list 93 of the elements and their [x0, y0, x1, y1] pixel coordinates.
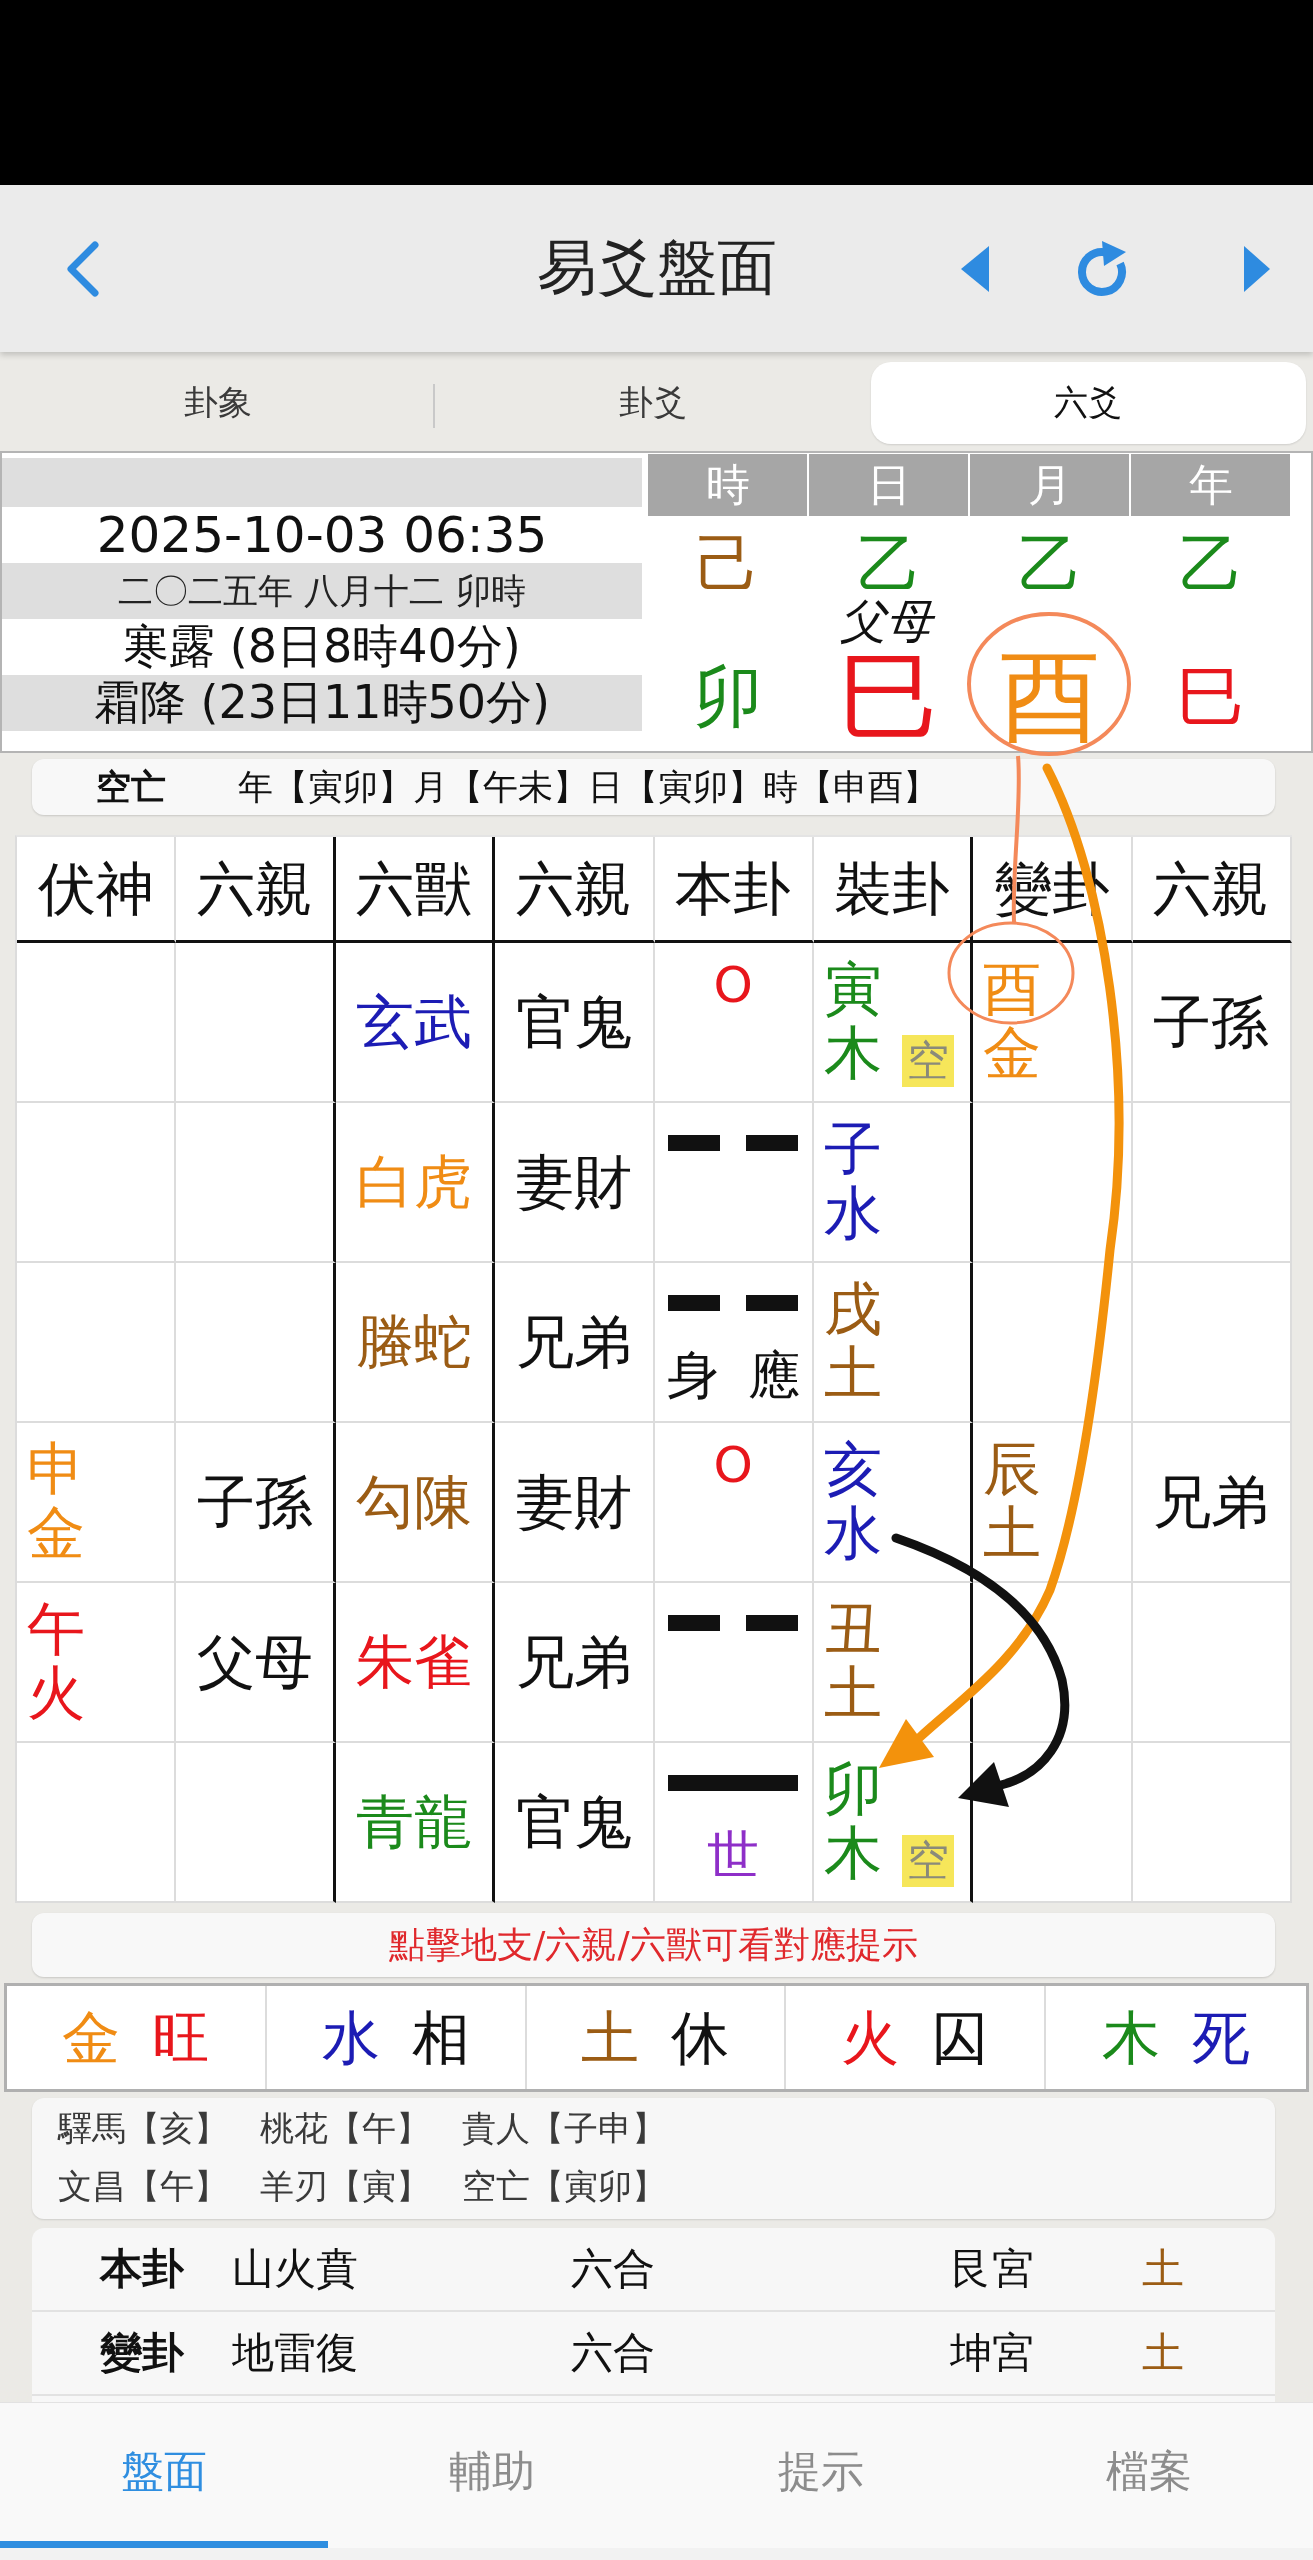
shensha-item: 桃花【午】	[260, 2107, 431, 2150]
element-label: 水	[321, 2008, 380, 2067]
branch-element-label[interactable]: 丑土	[823, 1598, 882, 1726]
six-relation-label[interactable]: 子孫	[196, 1473, 313, 1531]
void-badge: 空	[901, 1835, 954, 1887]
date-time-text: 2025-10-03 06:35	[95, 507, 549, 563]
hexagram-label: 變卦	[100, 2327, 185, 2379]
six-beast-label[interactable]: 朱雀	[355, 1633, 472, 1691]
branch-label[interactable]: 卯	[693, 662, 762, 731]
moving-line-mark: O	[713, 960, 753, 1010]
branch-element-label[interactable]: 戌土	[823, 1278, 882, 1406]
strength-label: 囚	[931, 2008, 990, 2067]
element-label: 木	[1102, 2008, 1161, 2067]
element-label: 土	[1142, 2243, 1185, 2295]
solar-term-text: 寒露 (8日8時40分)	[122, 619, 522, 675]
back-icon[interactable]	[64, 240, 100, 297]
six-beast-label[interactable]: 青龍	[355, 1793, 472, 1851]
shensha-item: 羊刃【寅】	[260, 2165, 431, 2208]
void-badge: 空	[901, 1035, 954, 1087]
hexagram-name: 山火賁	[232, 2243, 359, 2295]
hint-text: 點擊地支/六親/六獸可看對應提示	[389, 1922, 918, 1967]
triangle-left-icon[interactable]	[961, 245, 989, 292]
page-title: 易爻盤面	[536, 231, 777, 304]
pillar-header: 年	[1131, 454, 1290, 516]
moving-line-mark: O	[713, 1440, 753, 1490]
six-relation-label[interactable]: 兄弟	[1153, 1473, 1270, 1531]
pillar-header: 時	[648, 454, 807, 516]
six-relation-label[interactable]: 妻財	[515, 1473, 632, 1531]
six-relation-label[interactable]: 妻財	[515, 1153, 632, 1211]
six-beast-label[interactable]: 螣蛇	[355, 1313, 472, 1371]
stem-label[interactable]: 乙	[856, 532, 921, 596]
six-relation-label[interactable]: 兄弟	[515, 1313, 632, 1371]
lunar-date-text: 二〇二五年 八月十二 卯時	[2, 563, 642, 619]
branch-element-label[interactable]: 子水	[823, 1118, 882, 1246]
element-label: 土	[1142, 2327, 1185, 2379]
line-tag-label: 身	[666, 1349, 719, 1401]
nav-tab[interactable]: 輔助	[328, 2403, 657, 2548]
six-beast-label[interactable]: 勾陳	[355, 1473, 472, 1531]
solar-term-text: 霜降 (23日11時50分)	[2, 675, 642, 731]
six-relation-label[interactable]: 兄弟	[515, 1633, 632, 1691]
element-label: 金	[61, 2008, 120, 2067]
hexagram-name: 地雷復	[232, 2327, 359, 2379]
column-header: 裝卦	[834, 859, 951, 918]
pillar-header: 日	[809, 454, 968, 516]
strength-label: 旺	[151, 2008, 210, 2067]
stem-label[interactable]: 己	[695, 532, 760, 596]
column-header: 伏神	[37, 859, 154, 918]
element-label: 土	[581, 2008, 640, 2067]
column-header: 本卦	[675, 859, 792, 918]
hexagram-type: 六合	[571, 2243, 656, 2295]
column-header: 六親	[196, 859, 313, 918]
column-header: 六獸	[355, 859, 472, 918]
element-label: 火	[841, 2008, 900, 2067]
strength-label: 死	[1192, 2008, 1251, 2067]
palace-label: 坤宮	[950, 2327, 1035, 2379]
line-tag-label: 應	[747, 1349, 800, 1401]
six-relation-label[interactable]: 子孫	[1153, 993, 1270, 1051]
stem-label[interactable]: 乙	[1017, 532, 1082, 596]
nav-tab[interactable]: 檔案	[984, 2403, 1313, 2548]
branch-label[interactable]: 巳	[1176, 662, 1245, 731]
hexagram-label: 本卦	[100, 2243, 185, 2295]
strength-label: 相	[411, 2008, 470, 2067]
shensha-item: 貴人【子申】	[462, 2107, 667, 2150]
triangle-right-icon[interactable]	[1244, 245, 1270, 292]
branch-label[interactable]: 巳	[838, 646, 939, 747]
line-tag-label: 世	[707, 1829, 760, 1881]
nav-tab[interactable]: 盤面	[0, 2403, 329, 2548]
branch-element-label[interactable]: 寅木	[823, 958, 882, 1086]
branch-element-label[interactable]: 卯木	[823, 1758, 882, 1886]
hidden-spirit-label[interactable]: 午火	[27, 1598, 85, 1726]
column-header: 六親	[1153, 859, 1270, 918]
six-relation-label[interactable]: 父母	[196, 1633, 313, 1691]
segment-tab[interactable]: 六爻	[870, 362, 1306, 444]
segment-tab[interactable]: 卦象	[0, 362, 436, 444]
changed-branch-label[interactable]: 辰土	[983, 1438, 1042, 1566]
palace-label: 艮宮	[950, 2243, 1035, 2295]
segment-tab[interactable]: 卦爻	[435, 362, 871, 444]
refresh-icon[interactable]	[1077, 240, 1129, 297]
shensha-item: 空亡【寅卯】	[462, 2165, 667, 2208]
void-label: 空亡	[96, 765, 166, 809]
branch-element-label[interactable]: 亥水	[823, 1438, 882, 1566]
column-header: 六親	[515, 859, 632, 918]
six-relation-label[interactable]: 官鬼	[515, 1793, 632, 1851]
void-branches-text: 年【寅卯】月【午未】日【寅卯】時【申酉】	[238, 765, 938, 809]
hexagram-type: 六合	[571, 2327, 656, 2379]
six-beast-label[interactable]: 玄武	[355, 993, 472, 1051]
strength-label: 休	[671, 2008, 730, 2067]
shensha-item: 驛馬【亥】	[58, 2107, 229, 2150]
shensha-item: 文昌【午】	[58, 2165, 229, 2208]
six-relation-label[interactable]: 官鬼	[515, 993, 632, 1051]
nav-tab[interactable]: 提示	[656, 2403, 985, 2548]
stem-label[interactable]: 乙	[1178, 532, 1243, 596]
pillar-header: 月	[970, 454, 1129, 516]
